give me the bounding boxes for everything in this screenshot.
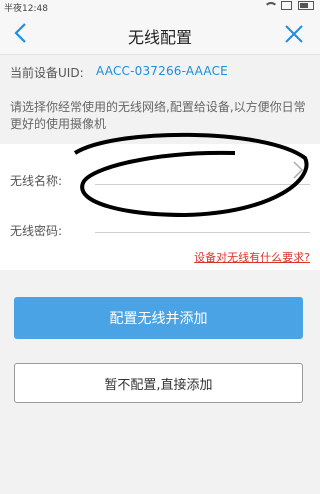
skip-configure-add-button[interactable]: 暂不配置,直接添加	[14, 363, 303, 403]
status-bar: 半夜12:48	[0, 0, 320, 14]
device-uid-value: AACC-037266-AAACE	[96, 64, 228, 78]
wifi-signal-icon	[263, 1, 278, 10]
close-icon[interactable]	[282, 22, 306, 46]
redaction-scribble	[73, 132, 309, 218]
page-title: 无线配置	[127, 28, 192, 47]
device-uid-label: 当前设备UID:	[10, 66, 84, 80]
status-time: 半夜12:48	[4, 4, 48, 14]
wifi-password-underline	[95, 232, 310, 233]
status-icons	[263, 1, 314, 10]
battery-icon	[298, 1, 314, 10]
wifi-password-label: 无线密码:	[10, 224, 63, 238]
navigation-bar: 无线配置	[0, 14, 320, 55]
wifi-name-label: 无线名称:	[10, 174, 63, 188]
configure-wifi-add-button[interactable]: 配置无线并添加	[14, 297, 303, 339]
wifi-requirements-link[interactable]: 设备对无线有什么要求?	[194, 249, 310, 265]
screen-icon	[281, 1, 292, 10]
